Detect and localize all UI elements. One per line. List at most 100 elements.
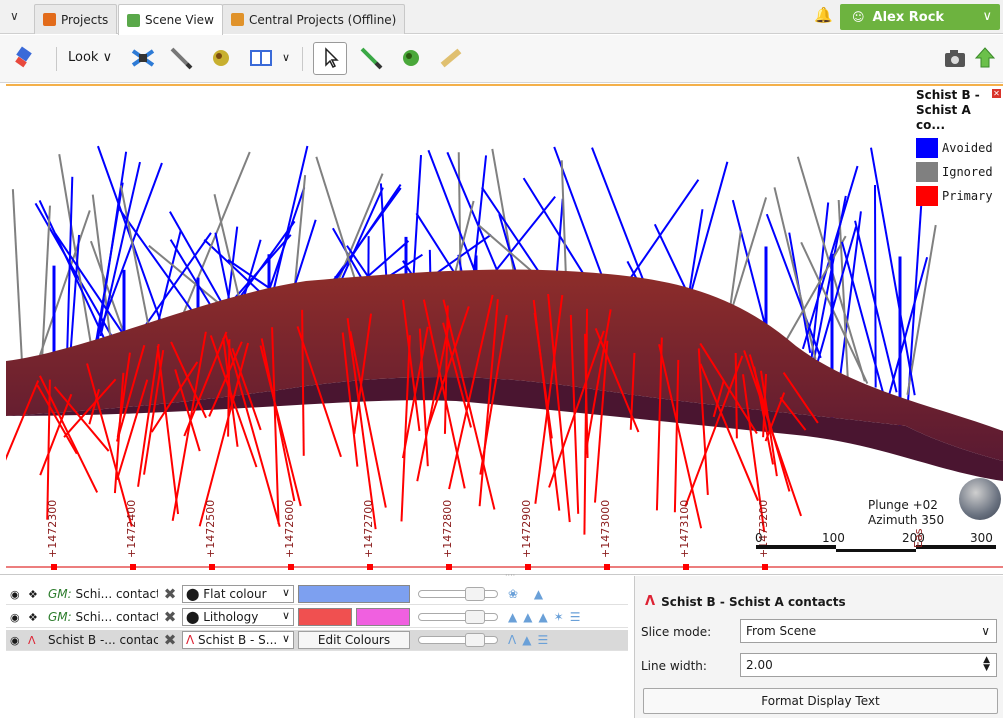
opacity-slider[interactable] <box>418 633 498 647</box>
legend-title-line1: Schist B - <box>916 88 980 102</box>
scale-bar-segment <box>836 549 916 552</box>
layout-split-button[interactable] <box>246 43 276 73</box>
drillhole-segment <box>11 189 24 369</box>
chevron-down-icon: ∨ <box>281 586 290 599</box>
tab-central-projects[interactable]: Central Projects (Offline) <box>222 4 406 34</box>
look-label: Look <box>68 50 99 65</box>
northing-tick-label: +1472700 <box>362 499 375 558</box>
scene-canvas[interactable] <box>6 86 1003 572</box>
splitter-grip[interactable]: ···· <box>505 571 515 580</box>
legend-item-primary: Primary <box>916 186 1003 206</box>
layer-row-gm-flat[interactable]: ◉ ❖ GM: Schi... contacts ✖ ⬤ Flat colour… <box>6 584 628 605</box>
drillhole-segment <box>415 212 459 279</box>
scene-viewport[interactable]: +1472300 +1472400 +1472500 +1472600 +1472700… <box>6 84 1003 572</box>
remove-layer-icon[interactable]: ✖ <box>158 608 182 626</box>
select-arrow-button[interactable] <box>316 43 346 73</box>
measure-line-button[interactable] <box>356 43 386 73</box>
colour-swatch[interactable] <box>356 608 410 626</box>
toolbar-separator <box>56 47 57 71</box>
layer-tool-icons[interactable]: ❀ ▲ <box>508 587 549 601</box>
tabs-menu-chevron-icon[interactable]: ∨ <box>10 9 19 23</box>
central-cube-icon <box>231 13 244 26</box>
chevron-down-icon: ∨ <box>981 624 990 638</box>
northing-tick-label: +1472600 <box>283 499 296 558</box>
screenshot-button[interactable] <box>940 43 970 73</box>
eraser-tool-button[interactable] <box>10 43 40 73</box>
shape-tool-button[interactable] <box>396 43 426 73</box>
tab-label: Central Projects (Offline) <box>249 12 397 27</box>
scale-bar-segment <box>756 545 836 549</box>
ruler-icon <box>440 48 462 68</box>
orientation-globe-icon[interactable] <box>959 478 1001 520</box>
axis-tick <box>288 564 294 570</box>
axis-tick <box>367 564 373 570</box>
layer-tool-icons[interactable]: ▲▲▲✶☰ <box>508 610 587 624</box>
drillhole-segment <box>315 156 360 290</box>
legend-label: Avoided <box>942 141 993 155</box>
axis-tick <box>604 564 610 570</box>
layer-name: Schist B -... contacts <box>48 633 158 647</box>
colour-mode-value: Lithology <box>203 610 259 624</box>
slice-arrows-icon <box>131 49 155 67</box>
easting-axis-label: Eas <box>912 528 925 548</box>
export-upload-button[interactable] <box>970 43 1000 73</box>
colour-mode-select[interactable]: ⬤ Lithology ∨ <box>182 608 294 626</box>
colour-mode-select[interactable]: ⬤ Flat colour ∨ <box>182 585 294 603</box>
slice-tool-button[interactable] <box>128 43 158 73</box>
legend-label: Ignored <box>942 165 993 179</box>
projects-grid-icon <box>43 13 56 26</box>
drillhole-segment <box>773 187 817 360</box>
line-width-input[interactable]: 2.00 ▲ ▼ <box>740 653 997 677</box>
slider-handle[interactable] <box>465 587 485 601</box>
camera-icon <box>945 50 965 67</box>
layer-tool-icons[interactable]: Λ▲☰ <box>508 633 554 647</box>
northing-tick-label: +1472300 <box>46 499 59 558</box>
notifications-bell-icon[interactable]: 🔔 <box>814 6 833 24</box>
properties-title: Λ Schist B - Schist A contacts <box>645 594 846 609</box>
colour-swatch[interactable] <box>298 585 410 603</box>
slider-handle[interactable] <box>465 610 485 624</box>
look-dropdown-button[interactable]: Look ∨ <box>68 50 112 65</box>
chevron-down-icon: ∨ <box>281 632 290 645</box>
colour-mode-icon: Λ <box>186 633 199 647</box>
edit-colours-button[interactable]: Edit Colours <box>298 631 410 649</box>
axis-tick <box>130 564 136 570</box>
spinner-icon[interactable]: ▲ ▼ <box>983 656 990 673</box>
chevron-down-icon: ∨ <box>982 9 992 24</box>
layout-chevron-down-icon[interactable]: ∨ <box>282 51 290 64</box>
user-account-button[interactable]: ☺ Alex Rock ∨ <box>840 4 1000 30</box>
northing-tick-label: +1473200 <box>757 499 770 558</box>
opacity-slider[interactable] <box>418 587 498 601</box>
northing-tick-label: +1472900 <box>520 499 533 558</box>
draw-line-button[interactable] <box>166 43 196 73</box>
remove-layer-icon[interactable]: ✖ <box>158 631 182 649</box>
opacity-slider[interactable] <box>418 610 498 624</box>
legend-swatch <box>916 186 938 206</box>
tab-projects[interactable]: Projects <box>34 4 118 34</box>
tab-scene-view[interactable]: Scene View <box>118 4 223 35</box>
legend-title-line2: Schist A co... <box>916 103 971 132</box>
split-view-icon <box>250 50 272 66</box>
slider-handle[interactable] <box>465 633 485 647</box>
scale-label: 300 <box>970 531 993 545</box>
layer-row-schist-contacts[interactable]: ◉ Λ Schist B -... contacts ✖ Λ Schist B … <box>6 630 628 651</box>
visibility-eye-icon[interactable]: ◉ <box>10 611 24 624</box>
draw-points-button[interactable] <box>206 43 236 73</box>
remove-layer-icon[interactable]: ✖ <box>158 585 182 603</box>
points-icon <box>213 50 229 66</box>
ruler-tool-button[interactable] <box>436 43 466 73</box>
legend-close-icon[interactable]: ✕ <box>992 89 1001 98</box>
slice-mode-select[interactable]: From Scene ∨ <box>740 619 997 643</box>
colour-swatch[interactable] <box>298 608 352 626</box>
scale-bar-segment <box>916 545 996 549</box>
tab-bar: ∨ Projects Scene View Central Projects (… <box>0 0 1003 35</box>
scene-toolbar: Look ∨ ∨ <box>0 35 1003 83</box>
axis-tick <box>525 564 531 570</box>
layer-row-gm-lithology[interactable]: ◉ ❖ GM: Schi... contacts ✖ ⬤ Lithology ∨… <box>6 607 628 628</box>
format-display-text-button[interactable]: Format Display Text <box>643 688 998 714</box>
green-shape-icon <box>403 50 419 66</box>
visibility-eye-icon[interactable]: ◉ <box>10 588 24 601</box>
colour-mode-select[interactable]: Λ Schist B - S... ∨ <box>182 631 294 649</box>
visibility-eye-icon[interactable]: ◉ <box>10 634 24 647</box>
slice-mode-label: Slice mode: <box>641 625 712 639</box>
